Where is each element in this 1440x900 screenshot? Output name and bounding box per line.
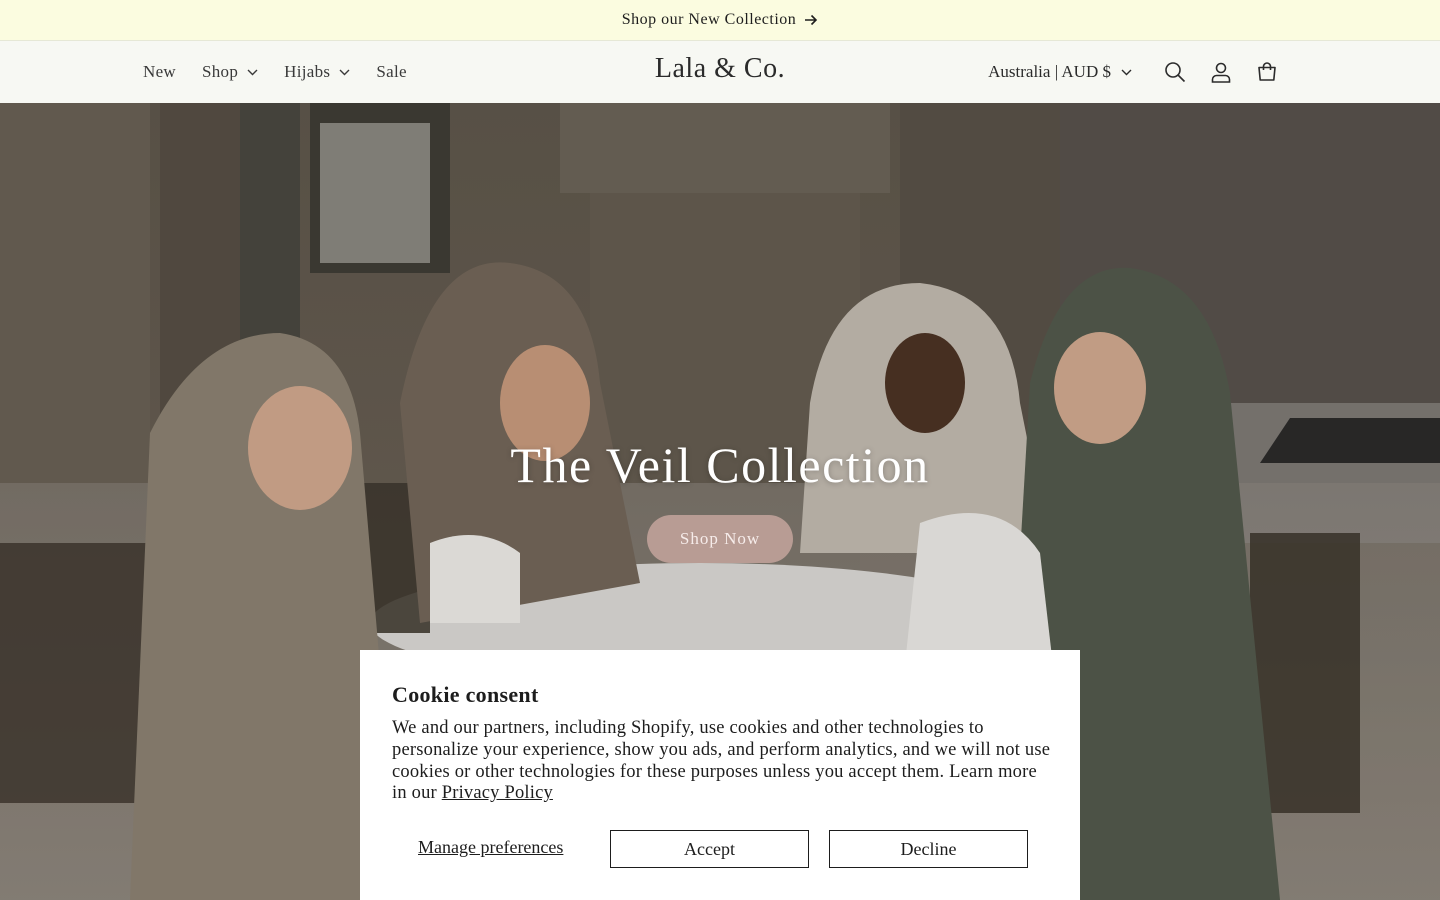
- country-selector-label: Australia | AUD $: [988, 62, 1111, 81]
- site-header: New Shop Hijabs Sale Lala & Co. Australi…: [0, 41, 1440, 103]
- cookie-consent-banner: Cookie consent We and our partners, incl…: [360, 650, 1080, 900]
- nav-item-label: New: [143, 62, 176, 81]
- chevron-down-icon: [1121, 69, 1132, 75]
- nav-item-label: Hijabs: [284, 62, 331, 81]
- account-button[interactable]: [1198, 49, 1244, 95]
- nav-item-label: Sale: [376, 62, 407, 81]
- nav-item-label: Shop: [202, 62, 239, 81]
- accept-button[interactable]: Accept: [610, 830, 809, 868]
- nav-item-shop[interactable]: Shop: [202, 62, 258, 82]
- chevron-down-icon: [339, 69, 350, 75]
- site-logo[interactable]: Lala & Co.: [655, 53, 785, 84]
- country-selector[interactable]: Australia | AUD $: [988, 62, 1132, 82]
- search-icon: [1165, 62, 1186, 83]
- privacy-policy-link[interactable]: Privacy Policy: [442, 783, 553, 803]
- search-button[interactable]: [1152, 49, 1198, 95]
- cookie-consent-text: We and our partners, including Shopify, …: [392, 718, 1052, 805]
- announcement-text: Shop our New Collection: [621, 11, 797, 28]
- shop-now-button[interactable]: Shop Now: [647, 515, 793, 563]
- arrow-right-icon: [805, 14, 818, 26]
- nav-item-hijabs[interactable]: Hijabs: [284, 62, 350, 82]
- cookie-consent-title: Cookie consent: [392, 682, 539, 707]
- nav-item-sale[interactable]: Sale: [376, 62, 406, 82]
- announcement-bar[interactable]: Shop our New Collection: [0, 0, 1440, 41]
- cart-icon: [1258, 62, 1276, 81]
- account-icon: [1211, 62, 1231, 83]
- chevron-down-icon: [247, 69, 258, 75]
- nav-item-new[interactable]: New: [143, 62, 176, 82]
- decline-button[interactable]: Decline: [829, 830, 1028, 868]
- main-nav: New Shop Hijabs Sale: [143, 41, 433, 103]
- cart-button[interactable]: [1244, 49, 1290, 95]
- manage-preferences-link[interactable]: Manage preferences: [418, 837, 563, 858]
- hero-title: The Veil Collection: [510, 437, 930, 493]
- header-actions: Australia | AUD $: [988, 41, 1290, 103]
